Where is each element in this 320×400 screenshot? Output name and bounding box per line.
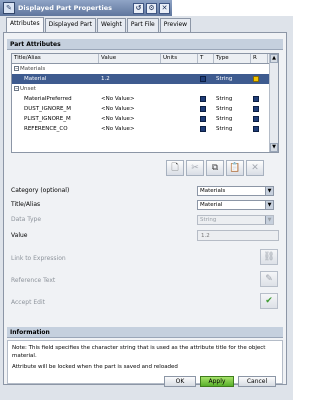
- table-row[interactable]: Material 1.2 String: [12, 74, 278, 84]
- save-icon: [200, 75, 206, 82]
- link-label: Link to Expression: [11, 255, 66, 262]
- tab-preview[interactable]: Preview: [159, 18, 192, 32]
- accept-field: Accept Edit: [11, 297, 283, 308]
- chevron-down-icon[interactable]: ▼: [265, 200, 273, 209]
- table-row[interactable]: − Materials: [12, 64, 278, 74]
- close-button[interactable]: ✕: [159, 2, 170, 14]
- row-type: String: [216, 76, 233, 82]
- settings-icon[interactable]: ⚙: [146, 2, 157, 14]
- chevron-down-icon[interactable]: ▼: [265, 186, 273, 195]
- value-label: Value: [11, 232, 28, 239]
- information-lock-note: Attribute will be locked when the part i…: [12, 364, 178, 370]
- row-value: <No Value>: [101, 106, 135, 112]
- checkmark-icon[interactable]: ✔: [260, 293, 278, 309]
- tab-part-file[interactable]: Part File: [126, 18, 159, 32]
- save-icon: [200, 95, 206, 102]
- row-title: Unset: [20, 86, 36, 92]
- ok-button[interactable]: OK: [164, 376, 196, 387]
- col-r[interactable]: R: [251, 54, 268, 63]
- col-t[interactable]: T: [198, 54, 214, 63]
- save-icon: [253, 105, 259, 112]
- information-header[interactable]: Information: [7, 327, 283, 338]
- collapse-icon[interactable]: −: [14, 66, 19, 71]
- category-combo[interactable]: Materials ▼: [197, 185, 274, 196]
- tab-weight[interactable]: Weight: [97, 18, 126, 32]
- table-scrollbar[interactable]: ▲ ▼: [269, 54, 278, 152]
- col-value[interactable]: Value: [99, 54, 161, 63]
- row-type: String: [216, 106, 233, 112]
- attributes-table[interactable]: Title/Alias Value Units T Type R − Materi…: [11, 53, 279, 153]
- app-icon: ✎: [3, 2, 15, 14]
- save-icon: [200, 115, 206, 122]
- col-units[interactable]: Units: [161, 54, 198, 63]
- link-field: Link to Expression: [11, 253, 283, 264]
- collapse-icon[interactable]: −: [14, 86, 19, 91]
- row-type: String: [216, 126, 233, 132]
- reference-text-icon[interactable]: ✎: [260, 271, 278, 287]
- table-row[interactable]: REFERENCE_CO <No Value> String: [12, 124, 278, 134]
- information-note: Note: This field specifies the character…: [12, 345, 266, 359]
- data-type-field: Data Type String ▼: [11, 214, 283, 225]
- row-title: DUST_IGNORE_M: [24, 106, 71, 112]
- scroll-down-icon[interactable]: ▼: [270, 143, 278, 152]
- category-field: Category (optional) Materials ▼: [11, 185, 283, 196]
- table-header: Title/Alias Value Units T Type R: [12, 54, 278, 64]
- window-title: Displayed Part Properties: [18, 4, 112, 12]
- reset-button[interactable]: ↺: [133, 2, 144, 14]
- table-row[interactable]: − Unset: [12, 84, 278, 94]
- attributes-panel: Part Attributes Title/Alias Value Units …: [3, 32, 287, 385]
- save-icon: [253, 115, 259, 122]
- save-icon: [200, 125, 206, 132]
- tab-bar: Attributes Displayed Part Weight Part Fi…: [6, 17, 192, 33]
- row-title: PLIST_IGNORE_M: [24, 116, 71, 122]
- table-toolbar: 🗋 ✂ ⧉ 📋 ✕: [164, 160, 264, 176]
- lock-icon: [253, 75, 259, 82]
- accept-label: Accept Edit: [11, 299, 45, 306]
- row-value: <No Value>: [101, 116, 135, 122]
- row-value: 1.2: [101, 76, 110, 82]
- table-row[interactable]: PLIST_IGNORE_M <No Value> String: [12, 114, 278, 124]
- tab-attributes[interactable]: Attributes: [6, 17, 44, 32]
- data-type-combo[interactable]: String ▼: [197, 214, 274, 225]
- row-value: <No Value>: [101, 126, 135, 132]
- row-title: Material: [24, 76, 47, 82]
- delete-icon[interactable]: ✕: [246, 160, 264, 176]
- row-value: <No Value>: [101, 96, 135, 102]
- row-title: Materials: [20, 66, 46, 72]
- dialog-buttons: OK Apply Cancel: [160, 376, 276, 387]
- reference-field: Reference Text: [11, 275, 283, 286]
- table-row[interactable]: MaterialPreferred <No Value> String: [12, 94, 278, 104]
- tab-displayed-part[interactable]: Displayed Part: [44, 18, 96, 32]
- value-input[interactable]: 1.2: [197, 230, 279, 241]
- row-title: MaterialPreferred: [24, 96, 72, 102]
- link-expression-icon[interactable]: ⛓: [260, 249, 278, 265]
- col-title[interactable]: Title/Alias: [12, 54, 99, 63]
- save-icon: [253, 95, 259, 102]
- title-field: Title/Alias Material ▼: [11, 199, 283, 210]
- apply-button[interactable]: Apply: [200, 376, 234, 387]
- row-title: REFERENCE_CO: [24, 126, 68, 132]
- title-bar: ✎ Displayed Part Properties ↺ ⚙ ✕: [0, 0, 172, 16]
- row-type: String: [216, 96, 233, 102]
- cancel-button[interactable]: Cancel: [238, 376, 276, 387]
- copy-icon[interactable]: ⧉: [206, 160, 224, 176]
- cut-icon[interactable]: ✂: [186, 160, 204, 176]
- category-label: Category (optional): [11, 187, 70, 194]
- data-type-label: Data Type: [11, 216, 42, 223]
- new-attribute-icon[interactable]: 🗋: [166, 160, 184, 176]
- save-icon: [200, 105, 206, 112]
- save-icon: [253, 125, 259, 132]
- scroll-up-icon[interactable]: ▲: [270, 54, 278, 63]
- paste-icon[interactable]: 📋: [226, 160, 244, 176]
- dialog-body: Attributes Displayed Part Weight Part Fi…: [0, 16, 293, 400]
- col-type[interactable]: Type: [214, 54, 251, 63]
- chevron-down-icon: ▼: [265, 215, 273, 224]
- part-attributes-header[interactable]: Part Attributes: [7, 39, 283, 50]
- title-combo[interactable]: Material ▼: [197, 199, 274, 210]
- title-label: Title/Alias: [11, 201, 41, 208]
- row-type: String: [216, 116, 233, 122]
- reference-label: Reference Text: [11, 277, 56, 284]
- table-row[interactable]: DUST_IGNORE_M <No Value> String: [12, 104, 278, 114]
